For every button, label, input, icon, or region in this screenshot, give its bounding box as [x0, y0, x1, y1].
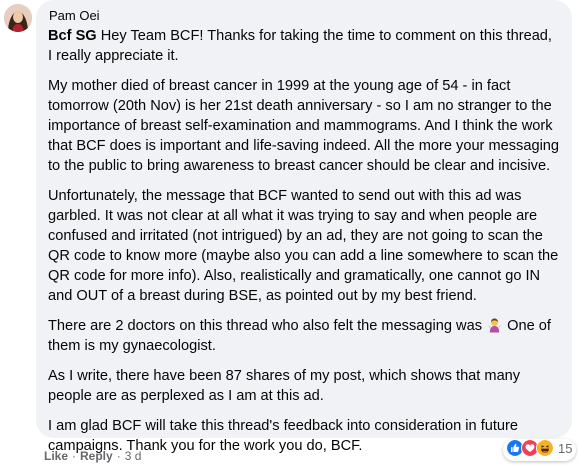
reactions-summary[interactable]: 15	[506, 438, 572, 458]
comment-paragraph-3: Unfortunately, the message that BCF want…	[48, 188, 559, 304]
comment-author[interactable]: Pam Oei	[49, 8, 560, 24]
comment-paragraph-1: Bcf SG Hey Team BCF! Thanks for taking t…	[48, 26, 560, 66]
separator-dot: ·	[72, 449, 77, 463]
mention-link[interactable]: Bcf SG	[48, 28, 97, 44]
paragraph-text: There are 2 doctors on this thread who a…	[48, 318, 482, 334]
comment-paragraph-5: As I write, there have been 87 shares of…	[48, 368, 521, 404]
comment-paragraph-4: There are 2 doctors on this thread who a…	[48, 316, 560, 356]
comment-timestamp[interactable]: 3 d	[125, 449, 142, 463]
reply-button[interactable]: Reply	[80, 449, 113, 463]
comment-paragraph-2: My mother died of breast cancer in 1999 …	[48, 78, 560, 174]
avatar[interactable]	[4, 4, 32, 32]
haha-icon	[536, 439, 554, 457]
reaction-count: 15	[558, 440, 573, 456]
separator-dot: ·	[116, 449, 121, 463]
paragraph-text: Hey Team BCF! Thanks for taking the time…	[48, 28, 552, 64]
comment-actions: Like · Reply · 3 d	[44, 449, 141, 463]
comment-bubble: Pam Oei Bcf SG Hey Team BCF! Thanks for …	[36, 0, 572, 454]
person-shrugging-emoji-icon	[488, 318, 502, 333]
like-button[interactable]: Like	[44, 449, 68, 463]
profile-photo-icon	[4, 4, 32, 32]
